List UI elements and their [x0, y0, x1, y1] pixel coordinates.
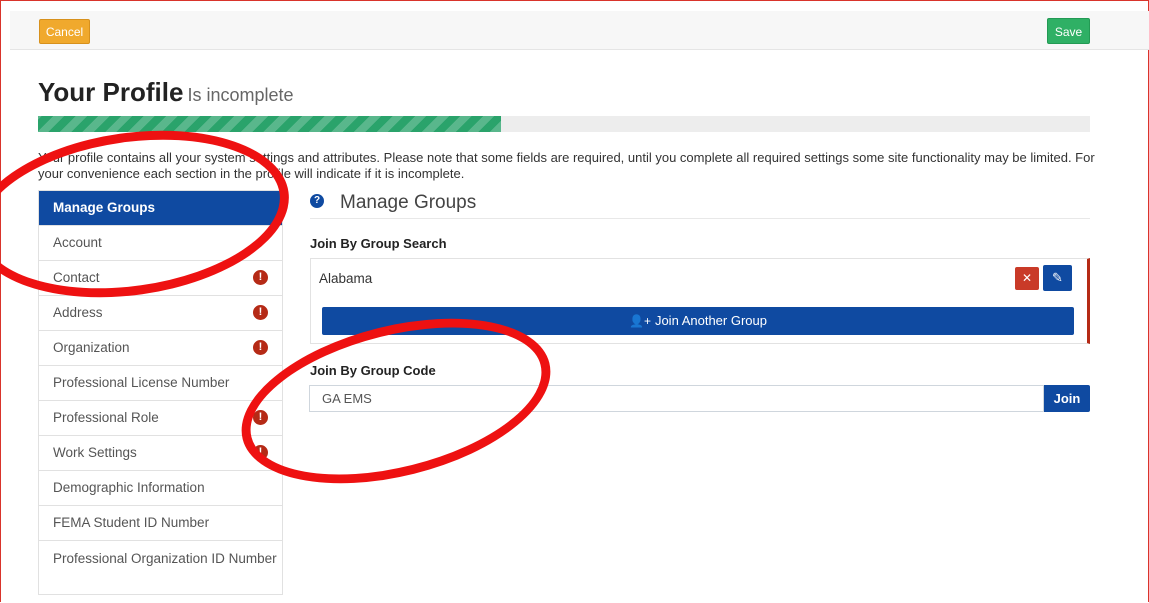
sidebar-item-label: FEMA Student ID Number: [53, 515, 210, 530]
sidebar-item-professional-license-number[interactable]: Professional License Number: [39, 366, 282, 401]
group-code-label: Join By Group Code: [310, 363, 436, 378]
remove-group-button[interactable]: ✕: [1015, 267, 1039, 290]
group-code-input[interactable]: [309, 385, 1044, 412]
sidebar-item-professional-organization-id-number[interactable]: Professional Organization ID Number: [39, 541, 282, 594]
cancel-button[interactable]: Cancel: [39, 19, 90, 44]
join-another-group-button[interactable]: 👤+ Join Another Group: [322, 307, 1074, 335]
sidebar-item-account[interactable]: Account: [39, 226, 282, 261]
profile-status: Is incomplete: [187, 85, 294, 105]
question-circle-icon[interactable]: ?: [310, 194, 324, 208]
edit-group-button[interactable]: ✎: [1043, 265, 1072, 291]
user-plus-icon: 👤+: [629, 314, 651, 328]
sidebar-item-address[interactable]: Address!: [39, 296, 282, 331]
save-button[interactable]: Save: [1047, 18, 1090, 44]
section-title: Manage Groups: [340, 192, 477, 213]
close-icon: ✕: [1021, 271, 1033, 285]
progress-bar-fill: [38, 116, 501, 132]
incomplete-alert-icon: !: [253, 340, 268, 355]
sidebar-item-contact[interactable]: Contact!: [39, 261, 282, 296]
sidebar-item-label: Manage Groups: [53, 200, 156, 215]
group-name: Alabama: [319, 271, 373, 286]
join-another-group-label: Join Another Group: [654, 313, 767, 328]
sidebar-item-label: Account: [53, 235, 102, 250]
sidebar-item-professional-role[interactable]: Professional Role!: [39, 401, 282, 436]
sidebar-item-label: Demographic Information: [53, 480, 205, 495]
section-header: ? Manage Groups: [310, 192, 1090, 219]
profile-intro-text: Your profile contains all your system se…: [38, 150, 1095, 181]
incomplete-alert-icon: !: [253, 270, 268, 285]
sidebar-item-organization[interactable]: Organization!: [39, 331, 282, 366]
sidebar-item-work-settings[interactable]: Work Settings!: [39, 436, 282, 471]
join-button[interactable]: Join: [1044, 385, 1090, 412]
pencil-icon: ✎: [1052, 270, 1063, 285]
top-toolbar: [10, 11, 1149, 50]
sidebar-item-demographic-information[interactable]: Demographic Information: [39, 471, 282, 506]
sidebar-item-label: Professional Role: [53, 410, 159, 425]
sidebar-item-label: Address: [53, 305, 103, 320]
group-search-label: Join By Group Search: [310, 236, 447, 251]
profile-progress-bar: [38, 116, 1090, 132]
incomplete-alert-icon: !: [253, 305, 268, 320]
page-title-text: Your Profile: [38, 77, 184, 107]
sidebar-item-manage-groups[interactable]: Manage Groups: [39, 191, 282, 226]
sidebar-item-label: Work Settings: [53, 445, 137, 460]
profile-sections-nav: Manage Groups Account Contact! Address! …: [38, 190, 283, 595]
sidebar-item-label: Professional License Number: [53, 375, 230, 390]
sidebar-item-label: Professional Organization ID Number: [53, 551, 277, 566]
sidebar-item-fema-student-id-number[interactable]: FEMA Student ID Number: [39, 506, 282, 541]
page-title: Your Profile Is incomplete: [38, 77, 294, 108]
sidebar-item-label: Contact: [53, 270, 100, 285]
sidebar-item-label: Organization: [53, 340, 130, 355]
incomplete-alert-icon: !: [253, 410, 268, 425]
incomplete-alert-icon: !: [253, 445, 268, 460]
